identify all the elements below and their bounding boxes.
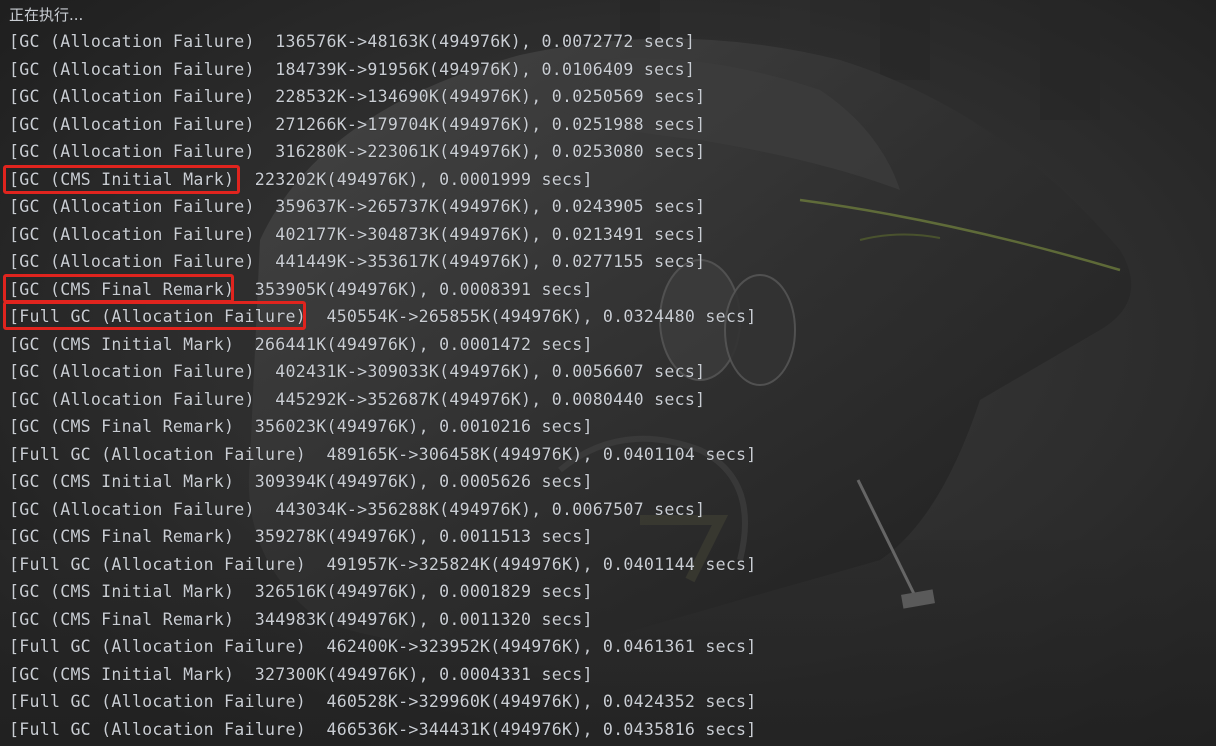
annotation-box-cms-initial-mark: [3, 165, 240, 194]
log-line: [Full GC (Allocation Failure) 491957K->3…: [9, 554, 757, 574]
log-line: [Full GC (Allocation Failure) 462400K->3…: [9, 637, 757, 656]
log-line: [GC (Allocation Failure) 316280K->223061…: [9, 142, 706, 161]
annotation-box-cms-final-remark: [3, 274, 234, 303]
log-line: [GC (Allocation Failure) 271266K->179704…: [9, 114, 706, 134]
console-output: 正在执行... [GC (Allocation Failure) 136576K…: [0, 0, 1216, 746]
log-line: [GC (Allocation Failure) 445292K->352687…: [9, 389, 706, 409]
log-line: [Full GC (Allocation Failure) 489165K->3…: [9, 444, 757, 464]
log-line: [GC (Allocation Failure) 402431K->309033…: [9, 362, 706, 381]
log-line: [GC (CMS Initial Mark) 327300K(494976K),…: [9, 664, 593, 684]
execution-status: 正在执行...: [9, 6, 84, 24]
log-line: [GC (Allocation Failure) 184739K->91956K…: [9, 59, 696, 79]
log-line: [GC (CMS Initial Mark) 309394K(494976K),…: [9, 472, 593, 491]
log-line: [Full GC (Allocation Failure) 466536K->3…: [9, 719, 757, 739]
log-line: [GC (CMS Final Remark) 344983K(494976K),…: [9, 609, 593, 629]
log-line: [GC (Allocation Failure) 443034K->356288…: [9, 499, 706, 519]
log-line: [GC (CMS Final Remark) 359278K(494976K),…: [9, 527, 593, 546]
log-line: [GC (Allocation Failure) 136576K->48163K…: [9, 32, 696, 51]
log-line: [GC (CMS Final Remark) 356023K(494976K),…: [9, 417, 593, 436]
log-line: [GC (CMS Initial Mark) 266441K(494976K),…: [9, 334, 593, 354]
log-line: [GC (Allocation Failure) 441449K->353617…: [9, 252, 706, 271]
log-line: [GC (Allocation Failure) 359637K->265737…: [9, 197, 706, 216]
log-line: [GC (Allocation Failure) 402177K->304873…: [9, 224, 706, 244]
annotation-box-full-gc: [3, 301, 306, 330]
log-line: [Full GC (Allocation Failure) 460528K->3…: [9, 692, 757, 711]
log-line: [GC (CMS Initial Mark) 326516K(494976K),…: [9, 582, 593, 601]
log-line: [GC (Allocation Failure) 228532K->134690…: [9, 87, 706, 106]
